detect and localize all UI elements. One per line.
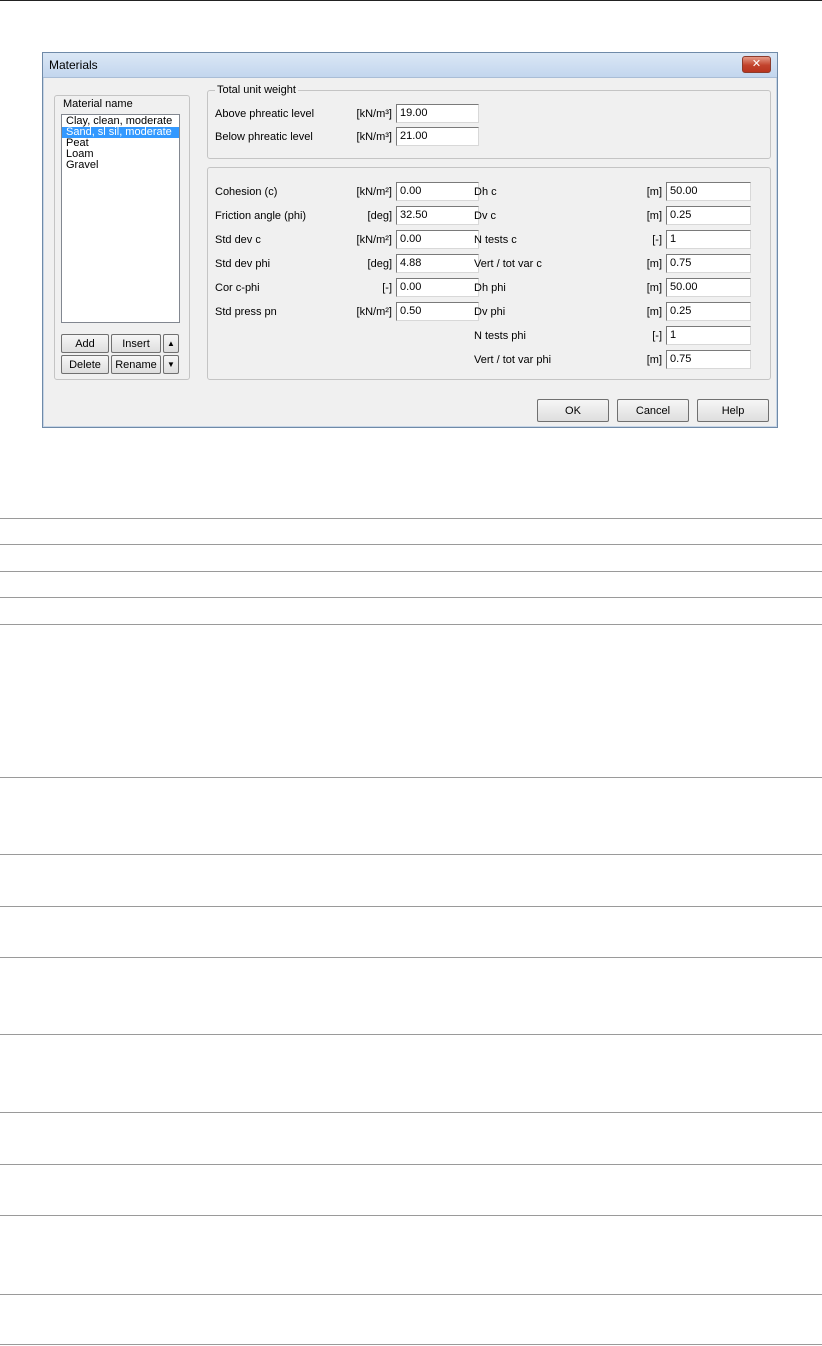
table-rule (0, 1294, 822, 1295)
cor-c-phi-unit: [-] (382, 282, 392, 294)
cor-c-phi-label: Cor c-phi (215, 282, 260, 294)
cohesion-label: Cohesion (c) (215, 186, 278, 198)
unit-weight-title: Total unit weight (215, 84, 298, 96)
move-down-button[interactable]: ▼ (163, 355, 179, 374)
dh-c-unit: [m] (646, 186, 662, 198)
std-dev-c-label: Std dev c (215, 234, 261, 246)
std-dev-phi-input[interactable]: 4.88 (396, 254, 479, 273)
help-button[interactable]: Help (697, 399, 769, 422)
above-phreatic-input[interactable]: 19.00 (396, 104, 479, 123)
dv-c-label: Dv c (474, 210, 496, 222)
dv-c-unit: [m] (646, 210, 662, 222)
table-rule (0, 1164, 822, 1165)
table-rule (0, 544, 822, 545)
material-item-peat[interactable]: Peat (62, 138, 179, 149)
material-item-loam[interactable]: Loam (62, 149, 179, 160)
cohesion-unit: [kN/m²] (356, 186, 392, 198)
friction-angle-label: Friction angle (phi) (215, 210, 307, 222)
title-bar[interactable]: Materials ✕ (43, 53, 777, 78)
table-rule (0, 1034, 822, 1035)
below-phreatic-label: Below phreatic level (215, 131, 313, 143)
material-item-sand[interactable]: Sand, sl sil, moderate (62, 127, 179, 138)
vert-tot-var-c-unit: [m] (646, 258, 662, 270)
material-item-gravel[interactable]: Gravel (62, 160, 179, 171)
cohesion-input[interactable]: 0.00 (396, 182, 479, 201)
vert-tot-var-c-input[interactable]: 0.75 (666, 254, 751, 273)
n-tests-c-input[interactable]: 1 (666, 230, 751, 249)
table-rule (0, 1344, 822, 1345)
vert-tot-var-phi-label: Vert / tot var phi (474, 354, 552, 366)
rename-button[interactable]: Rename (111, 355, 161, 374)
table-rule (0, 1215, 822, 1216)
material-name-label: Material name (63, 98, 133, 110)
dv-phi-input[interactable]: 0.25 (666, 302, 751, 321)
n-tests-phi-label: N tests phi (474, 330, 526, 342)
table-rule (0, 518, 822, 519)
dh-phi-unit: [m] (646, 282, 662, 294)
dh-phi-label: Dh phi (474, 282, 506, 294)
n-tests-c-label: N tests c (474, 234, 517, 246)
ok-button[interactable]: OK (537, 399, 609, 422)
std-dev-c-unit: [kN/m²] (356, 234, 392, 246)
std-press-pn-label: Std press pn (215, 306, 277, 318)
std-dev-c-input[interactable]: 0.00 (396, 230, 479, 249)
dv-phi-unit: [m] (646, 306, 662, 318)
page-top-rule (0, 0, 822, 1)
above-phreatic-label: Above phreatic level (215, 108, 315, 120)
arrow-up-icon: ▲ (167, 338, 175, 348)
n-tests-phi-unit: [-] (652, 330, 662, 342)
dh-c-input[interactable]: 50.00 (666, 182, 751, 201)
table-rule (0, 624, 822, 625)
dv-phi-label: Dv phi (474, 306, 506, 318)
cancel-button[interactable]: Cancel (617, 399, 689, 422)
table-rule (0, 1112, 822, 1113)
vert-tot-var-phi-input[interactable]: 0.75 (666, 350, 751, 369)
std-dev-phi-unit: [deg] (367, 258, 392, 270)
n-tests-c-unit: [-] (652, 234, 662, 246)
friction-angle-unit: [deg] (367, 210, 392, 222)
add-button[interactable]: Add (61, 334, 109, 353)
table-rule (0, 854, 822, 855)
table-rule (0, 957, 822, 958)
close-icon: ✕ (751, 58, 762, 70)
dialog-client: Material name Clay, clean, moderate Sand… (44, 78, 776, 426)
unit-weight-group (207, 90, 771, 159)
dv-c-input[interactable]: 0.25 (666, 206, 751, 225)
material-item-clay[interactable]: Clay, clean, moderate (62, 116, 179, 127)
vert-tot-var-phi-unit: [m] (646, 354, 662, 366)
table-rule (0, 906, 822, 907)
cor-c-phi-input[interactable]: 0.00 (396, 278, 479, 297)
below-phreatic-input[interactable]: 21.00 (396, 127, 479, 146)
std-press-pn-unit: [kN/m²] (356, 306, 392, 318)
dh-phi-input[interactable]: 50.00 (666, 278, 751, 297)
insert-button[interactable]: Insert (111, 334, 161, 353)
std-press-pn-input[interactable]: 0.50 (396, 302, 479, 321)
move-up-button[interactable]: ▲ (163, 334, 179, 353)
vert-tot-var-c-label: Vert / tot var c (474, 258, 542, 270)
arrow-down-icon: ▼ (167, 359, 175, 369)
table-rule (0, 777, 822, 778)
dialog-title: Materials (49, 58, 98, 72)
n-tests-phi-input[interactable]: 1 (666, 326, 751, 345)
table-rule (0, 571, 822, 572)
table-rule (0, 597, 822, 598)
material-list[interactable]: Clay, clean, moderate Sand, sl sil, mode… (61, 114, 180, 323)
friction-angle-input[interactable]: 32.50 (396, 206, 479, 225)
materials-dialog: Materials ✕ Material name Clay, clean, m… (42, 52, 778, 428)
std-dev-phi-label: Std dev phi (215, 258, 271, 270)
delete-button[interactable]: Delete (61, 355, 109, 374)
dh-c-label: Dh c (474, 186, 497, 198)
above-phreatic-unit: [kN/m³] (356, 108, 392, 120)
below-phreatic-unit: [kN/m³] (356, 131, 392, 143)
close-button[interactable]: ✕ (742, 56, 771, 73)
